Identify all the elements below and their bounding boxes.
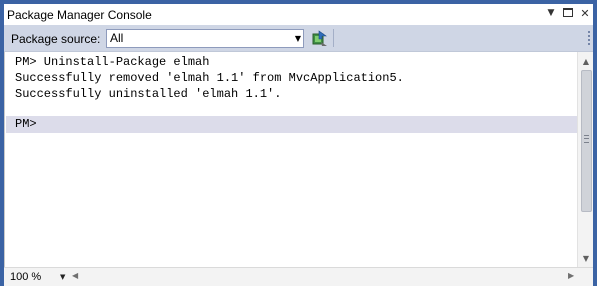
package-manager-console-window: Package Manager Console ▼ ✕ Package sour… — [0, 0, 597, 286]
console-line: Successfully uninstalled 'elmah 1.1'. — [15, 87, 282, 101]
zoom-dropdown-icon[interactable]: ▼ — [60, 270, 65, 285]
maximize-icon[interactable] — [563, 8, 573, 17]
close-icon[interactable]: ✕ — [579, 7, 591, 19]
console-toolbar: Package source: All ▼ — [4, 25, 593, 52]
grip-lines-icon — [584, 135, 589, 143]
package-source-value: All — [110, 31, 124, 45]
console-output[interactable]: PM> Uninstall-Package elmah Successfully… — [4, 52, 593, 267]
console-line: PM> Uninstall-Package elmah — [15, 55, 210, 69]
toolbar-separator — [333, 29, 334, 47]
bottom-bar: 100 % ▼ ◀ ▶ — [4, 267, 593, 286]
package-source-select[interactable]: All ▼ — [106, 29, 304, 48]
command-prompt: PM> — [15, 117, 37, 131]
zoom-select[interactable]: 100 % ▼ — [7, 270, 65, 285]
scroll-down-icon[interactable]: ▼ — [578, 250, 594, 266]
dropdown-arrow-icon[interactable]: ▼ — [295, 30, 301, 47]
prompt-input-row[interactable]: PM> — [6, 116, 578, 133]
scroll-thumb[interactable] — [581, 70, 592, 212]
window-title: Package Manager Console — [7, 7, 152, 22]
package-source-label: Package source: — [11, 32, 101, 46]
console-line: Successfully removed 'elmah 1.1' from Mv… — [15, 71, 404, 85]
title-bar[interactable]: Package Manager Console ▼ ✕ — [4, 4, 593, 25]
chevron-down-icon[interactable]: ▼ — [545, 7, 557, 19]
toolbar-grip[interactable] — [587, 30, 591, 46]
scroll-up-icon[interactable]: ▲ — [578, 53, 594, 69]
scroll-right-icon[interactable]: ▶ — [568, 271, 574, 280]
scroll-left-icon[interactable]: ◀ — [72, 271, 78, 280]
package-settings-icon[interactable] — [310, 30, 328, 47]
window-controls: ▼ ✕ — [545, 7, 591, 19]
zoom-level: 100 % — [10, 271, 42, 283]
vertical-scrollbar[interactable]: ▲ ▼ — [577, 52, 593, 267]
